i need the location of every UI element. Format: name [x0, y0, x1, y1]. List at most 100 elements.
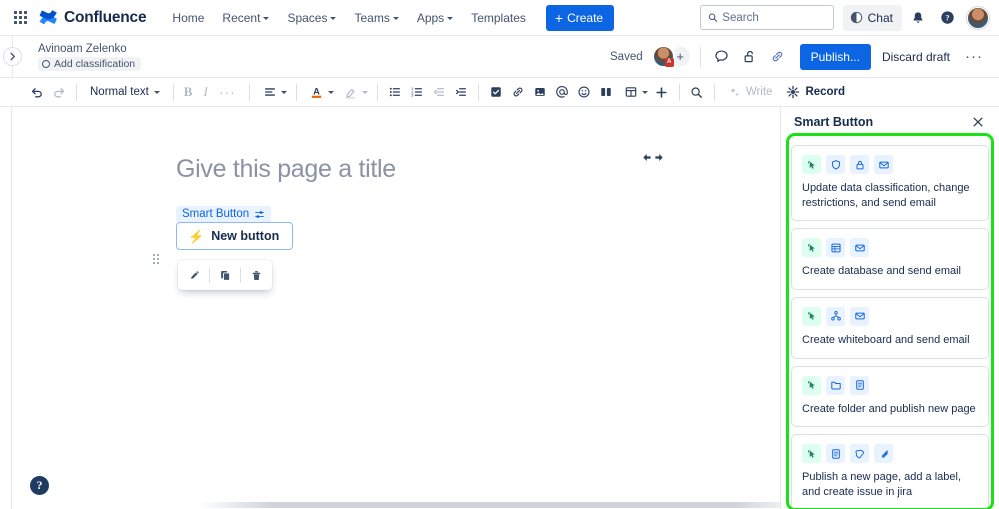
- suggestion-card[interactable]: Create database and send email: [791, 228, 989, 290]
- nav-item-label: Apps: [416, 10, 445, 25]
- add-classification-button[interactable]: Add classification: [38, 56, 142, 71]
- expand-sidebar-button[interactable]: [3, 47, 22, 66]
- user-avatar[interactable]: [967, 6, 989, 29]
- emoji-icon[interactable]: [573, 81, 595, 103]
- nav-item-teams[interactable]: Teams: [346, 6, 406, 30]
- suggestion-card[interactable]: Update data classification, change restr…: [791, 145, 989, 222]
- write-ai-button[interactable]: Write: [721, 83, 780, 102]
- restrictions-unlock-icon[interactable]: [737, 44, 763, 70]
- close-icon[interactable]: [969, 113, 987, 131]
- divider: [295, 83, 297, 101]
- chat-button-label: Chat: [867, 10, 893, 25]
- insert-element-button[interactable]: [651, 81, 673, 103]
- drag-handle[interactable]: [153, 254, 159, 264]
- search-box[interactable]: [699, 5, 834, 30]
- avatar[interactable]: A: [651, 45, 675, 68]
- copy-link-icon[interactable]: [765, 44, 791, 70]
- whiteboard-icon: [826, 306, 845, 326]
- nav-item-spaces[interactable]: Spaces: [279, 6, 344, 30]
- undo-icon[interactable]: [26, 81, 48, 103]
- suggestion-card-text: Create folder and publish new page: [802, 402, 976, 415]
- cursor-click-icon: [802, 444, 821, 464]
- search-input[interactable]: [722, 11, 826, 24]
- suggestion-card[interactable]: Create folder and publish new page: [791, 365, 989, 428]
- chevron-down-icon: [330, 16, 337, 20]
- image-icon[interactable]: [529, 81, 551, 103]
- lock-glyph: [855, 160, 864, 169]
- redo-icon[interactable]: [48, 81, 70, 103]
- nav-item-recent[interactable]: Recent: [214, 6, 277, 30]
- suggestion-card[interactable]: Create whiteboard and send email: [791, 296, 989, 359]
- chevron-down-icon: [327, 91, 334, 94]
- divider: [477, 83, 479, 101]
- discard-draft-button[interactable]: Discard draft: [873, 44, 959, 70]
- text-alignment-dropdown[interactable]: [256, 79, 290, 105]
- delete-trash-icon[interactable]: [244, 263, 268, 287]
- edit-pencil-icon[interactable]: [182, 263, 206, 287]
- card-icon-row: [802, 238, 978, 258]
- trash-glyph: [252, 270, 260, 280]
- copy-icon[interactable]: [213, 263, 237, 287]
- settings-sliders-icon: [255, 210, 264, 218]
- bold-button[interactable]: B: [180, 81, 200, 103]
- new-button-element[interactable]: ⚡ New button: [176, 222, 294, 250]
- collaborator-avatars: A +: [651, 45, 692, 68]
- cursor-glyph: [807, 449, 815, 458]
- card-icon-row: [802, 155, 978, 174]
- chevron-down-icon: [153, 91, 160, 94]
- table-dropdown[interactable]: [617, 79, 651, 105]
- italic-button[interactable]: I: [199, 81, 214, 103]
- suggestion-card-text: Update data classification, change restr…: [802, 182, 970, 209]
- smart-button-node-chip[interactable]: Smart Button: [176, 206, 272, 222]
- primary-nav-links: Home Recent Spaces Teams Apps Templates: [164, 6, 533, 30]
- text-style-dropdown[interactable]: Normal text: [83, 83, 167, 101]
- create-button[interactable]: + Create: [545, 4, 615, 31]
- nav-item-templates[interactable]: Templates: [463, 6, 534, 30]
- cursor-glyph: [807, 312, 815, 321]
- close-glyph: [973, 117, 983, 127]
- nav-item-home[interactable]: Home: [164, 6, 212, 30]
- breadcrumb-user-link[interactable]: Avinoam Zelenko: [38, 43, 141, 55]
- nav-item-apps[interactable]: Apps: [409, 6, 461, 30]
- checkbox-glyph: [491, 87, 501, 97]
- comment-glyph: [715, 50, 728, 63]
- horizontal-scrollbar[interactable]: [198, 502, 780, 508]
- save-status: Saved: [610, 50, 643, 63]
- page-more-actions-button[interactable]: ···: [961, 49, 987, 64]
- confluence-logo-home-link[interactable]: Confluence: [39, 8, 147, 27]
- bullet-list-icon[interactable]: [384, 81, 406, 103]
- layouts-icon[interactable]: [595, 81, 617, 103]
- more-formatting-button[interactable]: ···: [215, 84, 243, 99]
- link-icon[interactable]: [507, 81, 529, 103]
- outdent-icon[interactable]: [428, 81, 450, 103]
- page-title-input[interactable]: Give this page a title: [176, 155, 780, 184]
- page-glyph: [855, 380, 864, 390]
- help-floating-button[interactable]: ?: [30, 476, 49, 495]
- editor-canvas[interactable]: Give this page a title Smart Button ⚡ Ne…: [12, 107, 780, 509]
- indent-icon[interactable]: [450, 81, 472, 103]
- numbered-list-icon[interactable]: 123: [406, 81, 428, 103]
- suggestion-card[interactable]: Publish a new page, add a label, and cre…: [791, 434, 989, 509]
- highlight-color-dropdown[interactable]: [337, 79, 371, 105]
- comment-icon[interactable]: [709, 44, 735, 70]
- nav-item-label: Teams: [354, 10, 390, 25]
- text-color-dropdown[interactable]: A: [303, 79, 337, 105]
- horizontal-resize-handle[interactable]: [642, 152, 664, 163]
- redo-glyph: [54, 88, 65, 98]
- write-label: Write: [745, 86, 773, 98]
- card-icon-row: [802, 306, 978, 326]
- cursor-click-icon: [802, 375, 821, 395]
- publish-button[interactable]: Publish...: [799, 43, 871, 70]
- task-list-icon[interactable]: [485, 81, 507, 103]
- chat-button[interactable]: Chat: [842, 4, 902, 31]
- find-replace-icon[interactable]: [686, 81, 708, 103]
- mention-icon[interactable]: [551, 81, 573, 103]
- confluence-editor-app: Confluence Home Recent Spaces Teams Apps: [0, 0, 999, 509]
- app-switcher-icon[interactable]: [8, 6, 32, 30]
- chevron-down-icon: [392, 16, 399, 20]
- editor-toolbar: Normal text B I ··· A 1 2 3 Write Record: [0, 78, 999, 107]
- notifications-bell-icon[interactable]: [905, 5, 931, 31]
- help-question-icon[interactable]: ?: [934, 5, 960, 31]
- record-button[interactable]: Record: [779, 82, 852, 102]
- svg-text:?: ?: [945, 13, 949, 23]
